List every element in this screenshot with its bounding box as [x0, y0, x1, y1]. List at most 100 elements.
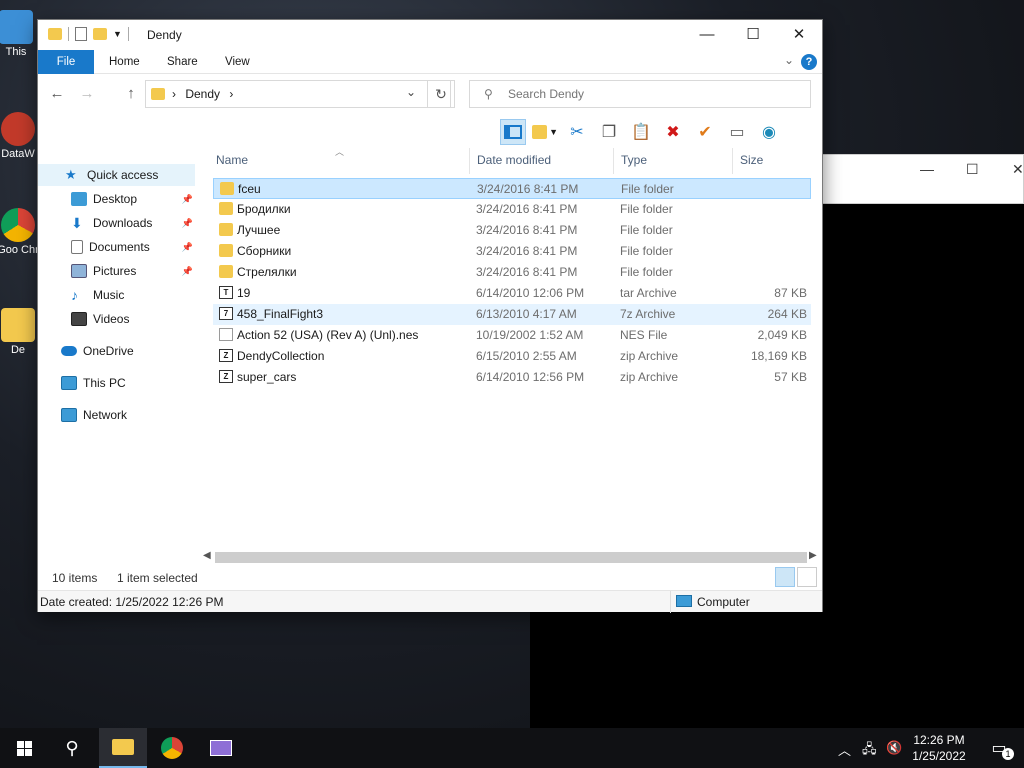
- volume-muted-icon[interactable]: 🔇: [886, 740, 902, 756]
- file-row[interactable]: Стрелялки 3/24/2016 8:41 PM File folder: [213, 262, 811, 283]
- clock[interactable]: 12:26 PM 1/25/2022: [904, 732, 974, 764]
- window-title: Dendy: [147, 28, 182, 42]
- pin-icon[interactable]: 📌: [182, 266, 193, 277]
- file-size: 18,169 KB: [750, 349, 807, 363]
- file-name: 19: [237, 286, 251, 300]
- column-header-size[interactable]: Size: [733, 148, 813, 174]
- nav-downloads[interactable]: ⬇ Downloads 📌: [38, 212, 195, 234]
- app-icon: [210, 740, 232, 756]
- new-folder-icon[interactable]: [93, 28, 107, 40]
- address-bar[interactable]: › Dendy › ⌄: [145, 80, 451, 108]
- search-box[interactable]: ⚲: [469, 80, 811, 108]
- properties-icon[interactable]: [75, 27, 87, 41]
- folder-icon: [219, 223, 233, 236]
- file-row[interactable]: Z DendyCollection 6/15/2010 2:55 AM zip Arc…: [213, 346, 811, 367]
- file-type: zip Archive: [620, 370, 679, 384]
- help-icon[interactable]: ?: [801, 54, 817, 70]
- search-button[interactable]: ⚲: [49, 728, 95, 768]
- taskbar-chrome[interactable]: [149, 728, 195, 768]
- minimize-button[interactable]: —: [684, 24, 730, 46]
- maximize-button[interactable]: ☐: [730, 24, 776, 46]
- file-date: 3/24/2016 8:41 PM: [476, 244, 578, 258]
- file-row[interactable]: Сборники 3/24/2016 8:41 PM File folder: [213, 241, 811, 262]
- refresh-button[interactable]: ↻: [427, 80, 455, 108]
- delete-icon[interactable]: ✖: [660, 119, 686, 145]
- file-row[interactable]: Action 52 (USA) (Rev A) (Unl).nes 10/19/2…: [213, 325, 811, 346]
- column-header-name[interactable]: Name: [209, 148, 470, 174]
- navigation-pane: ★ Quick access Desktop 📌 ⬇ Downloads 📌 D…: [38, 148, 201, 558]
- globe-icon[interactable]: ◉: [756, 119, 782, 145]
- cloud-icon: [61, 346, 77, 356]
- nav-documents[interactable]: Documents 📌: [38, 236, 195, 258]
- close-button[interactable]: ✕: [776, 24, 822, 46]
- network-icon[interactable]: 🖧: [862, 740, 877, 762]
- selected-count: 1 item selected: [117, 571, 198, 585]
- file-row[interactable]: Бродилки 3/24/2016 8:41 PM File folder: [213, 199, 811, 220]
- nav-quick-access[interactable]: ★ Quick access: [38, 164, 195, 186]
- nav-this-pc[interactable]: This PC: [38, 372, 195, 394]
- tab-file[interactable]: File: [38, 50, 94, 74]
- nav-music[interactable]: ♪ Music: [38, 284, 195, 306]
- large-icons-view-button[interactable]: [797, 567, 817, 587]
- zone-indicator: Computer: [670, 591, 822, 613]
- nav-pictures[interactable]: Pictures 📌: [38, 260, 195, 282]
- file-row[interactable]: fceu 3/24/2016 8:41 PM File folder: [213, 178, 811, 199]
- file-row[interactable]: T 19 6/14/2010 12:06 PM tar Archive 87 KB: [213, 283, 811, 304]
- start-button[interactable]: [1, 728, 47, 768]
- file-row[interactable]: Zsuper_cars 6/14/2010 12:56 PM zip Archive…: [213, 367, 811, 388]
- breadcrumb-dendy[interactable]: Dendy: [185, 87, 220, 101]
- tab-share[interactable]: Share: [153, 50, 212, 74]
- details-view-button[interactable]: [775, 567, 795, 587]
- search-input[interactable]: [508, 85, 798, 103]
- pin-icon[interactable]: 📌: [182, 242, 193, 253]
- tab-view[interactable]: View: [211, 50, 264, 74]
- address-dropdown-icon[interactable]: ⌄: [406, 85, 416, 99]
- bg-minimize-button[interactable]: —: [920, 161, 934, 177]
- breadcrumb[interactable]: › Dendy ›: [172, 87, 233, 101]
- folder-icon: [1, 308, 35, 342]
- bg-close-button[interactable]: ✕: [1012, 161, 1024, 178]
- file-row[interactable]: 7 458_FinalFight3 6/13/2010 4:17 AM 7z Arch…: [213, 304, 811, 325]
- preview-pane-icon[interactable]: [500, 119, 526, 145]
- expand-ribbon-icon[interactable]: ⌄: [784, 53, 794, 67]
- tab-home[interactable]: Home: [95, 50, 154, 74]
- taskbar-app[interactable]: [198, 728, 244, 768]
- taskbar-file-explorer[interactable]: [99, 728, 147, 768]
- column-header-type[interactable]: Type: [614, 148, 733, 174]
- nav-desktop[interactable]: Desktop 📌: [38, 188, 195, 210]
- new-folder-icon[interactable]: ▼: [532, 119, 558, 145]
- copy-icon[interactable]: ❐: [596, 119, 622, 145]
- title-bar[interactable]: ▼ Dendy — ☐ ✕: [38, 20, 822, 50]
- back-button[interactable]: ←: [48, 85, 66, 103]
- background-window[interactable]: — ☐ ✕: [815, 154, 1024, 204]
- status-bar: 10 items 1 item selected: [38, 568, 822, 588]
- file-name: DendyCollection: [237, 349, 325, 363]
- divider: [127, 27, 129, 41]
- bg-maximize-button[interactable]: ☐: [966, 161, 979, 178]
- rename-icon[interactable]: ▭: [724, 119, 750, 145]
- horizontal-scrollbar[interactable]: ◀ ▶: [201, 549, 823, 566]
- column-header-date[interactable]: Date modified: [470, 148, 614, 174]
- show-hidden-icons-icon[interactable]: ︿: [838, 740, 851, 759]
- nav-network[interactable]: Network: [38, 404, 195, 426]
- scrollbar-thumb[interactable]: [215, 552, 807, 563]
- scroll-right-icon[interactable]: ▶: [809, 550, 817, 561]
- file-date: 3/24/2016 8:41 PM: [477, 182, 579, 196]
- up-button[interactable]: ↑: [122, 85, 140, 103]
- scroll-left-icon[interactable]: ◀: [203, 550, 211, 561]
- nav-onedrive[interactable]: OneDrive: [38, 340, 195, 362]
- nav-videos[interactable]: Videos: [38, 308, 195, 330]
- check-icon[interactable]: ✔: [692, 119, 718, 145]
- details-bar: Date created: 1/25/2022 12:26 PM Compute…: [38, 590, 822, 613]
- forward-button[interactable]: →: [78, 85, 96, 103]
- notifications-button[interactable]: ▭ 1: [976, 728, 1022, 768]
- file-date: 6/14/2010 12:06 PM: [476, 286, 585, 300]
- folder-icon: [151, 88, 165, 100]
- file-row[interactable]: Лучшее 3/24/2016 8:41 PM File folder: [213, 220, 811, 241]
- file-name: Лучшее: [237, 223, 281, 237]
- paste-icon[interactable]: 📋: [628, 119, 654, 145]
- cut-icon[interactable]: ✂: [564, 119, 590, 145]
- pin-icon[interactable]: 📌: [182, 218, 193, 229]
- customize-chevron-icon[interactable]: ▼: [113, 29, 122, 39]
- pin-icon[interactable]: 📌: [182, 194, 193, 205]
